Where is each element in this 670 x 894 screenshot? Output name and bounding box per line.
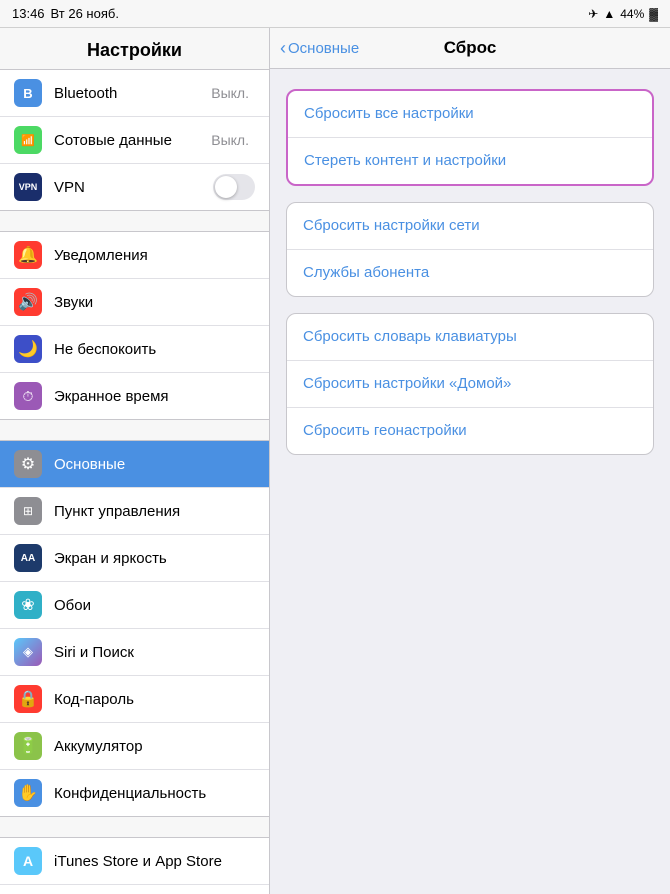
carrier-label: Службы абонента bbox=[303, 264, 429, 281]
reset-group-1: Сбросить все настройки Стереть контент и… bbox=[286, 89, 654, 186]
sidebar-item-battery[interactable]: 🔋 Аккумулятор bbox=[0, 723, 269, 770]
sidebar-section-system: 🔔 Уведомления 🔊 Звуки 🌙 Не беспокоить ⏱ … bbox=[0, 231, 269, 420]
status-time: 13:46 bbox=[12, 6, 45, 21]
vpn-label: VPN bbox=[54, 179, 213, 196]
sounds-label: Звуки bbox=[54, 294, 255, 311]
status-date: Вт 26 нояб. bbox=[51, 6, 119, 21]
content-title: Сброс bbox=[444, 38, 497, 58]
sidebar-item-general[interactable]: ⚙ Основные bbox=[0, 441, 269, 488]
airplane-icon: ✈ bbox=[588, 7, 598, 21]
sidebar-item-display[interactable]: AA Экран и яркость bbox=[0, 535, 269, 582]
cellular-icon: 📶 bbox=[14, 126, 42, 154]
reset-network-settings[interactable]: Сбросить настройки сети bbox=[287, 203, 653, 250]
reset-group-2: Сбросить настройки сети Службы абонента bbox=[286, 202, 654, 297]
sounds-icon: 🔊 bbox=[14, 288, 42, 316]
notifications-label: Уведомления bbox=[54, 247, 255, 264]
sidebar-item-vpn[interactable]: VPN VPN bbox=[0, 164, 269, 210]
wallpaper-icon: ❀ bbox=[14, 591, 42, 619]
content-body: Сбросить все настройки Стереть контент и… bbox=[270, 69, 670, 475]
sidebar-item-cellular[interactable]: 📶 Сотовые данные Выкл. bbox=[0, 117, 269, 164]
sidebar-item-bluetooth[interactable]: B Bluetooth Выкл. bbox=[0, 70, 269, 117]
back-button[interactable]: ‹ Основные bbox=[280, 38, 359, 59]
passcode-icon: 🔒 bbox=[14, 685, 42, 713]
wallpaper-label: Обои bbox=[54, 597, 255, 614]
siri-label: Siri и Поиск bbox=[54, 644, 255, 661]
battery-level: 44% bbox=[620, 7, 644, 21]
display-label: Экран и яркость bbox=[54, 550, 255, 567]
sidebar-title: Настройки bbox=[0, 28, 269, 69]
siri-icon: ◈ bbox=[14, 638, 42, 666]
bluetooth-value: Выкл. bbox=[211, 85, 249, 101]
status-bar: 13:46 Вт 26 нояб. ✈ ▲ 44% ▓ bbox=[0, 0, 670, 28]
reset-keyboard-dict[interactable]: Сбросить словарь клавиатуры bbox=[287, 314, 653, 361]
bluetooth-icon: B bbox=[14, 79, 42, 107]
wifi-icon: ▲ bbox=[603, 7, 615, 21]
reset-home-screen[interactable]: Сбросить настройки «Домой» bbox=[287, 361, 653, 408]
general-icon: ⚙ bbox=[14, 450, 42, 478]
erase-all-content[interactable]: Стереть контент и настройки bbox=[288, 138, 652, 184]
sidebar-item-controlcenter[interactable]: ⊞ Пункт управления bbox=[0, 488, 269, 535]
sidebar-item-wallpaper[interactable]: ❀ Обои bbox=[0, 582, 269, 629]
reset-keyboard-label: Сбросить словарь клавиатуры bbox=[303, 328, 517, 345]
general-label: Основные bbox=[54, 456, 255, 473]
battery-icon: ▓ bbox=[649, 7, 658, 21]
vpn-toggle[interactable] bbox=[213, 174, 255, 200]
donotdisturb-icon: 🌙 bbox=[14, 335, 42, 363]
controlcenter-label: Пункт управления bbox=[54, 503, 255, 520]
reset-group-3: Сбросить словарь клавиатуры Сбросить нас… bbox=[286, 313, 654, 455]
back-label: Основные bbox=[288, 40, 359, 57]
main-layout: Настройки B Bluetooth Выкл. 📶 Сотовые да… bbox=[0, 28, 670, 894]
sidebar-section-general: ⚙ Основные ⊞ Пункт управления AA Экран и… bbox=[0, 440, 269, 817]
sidebar-item-itunes[interactable]: A iTunes Store и App Store bbox=[0, 838, 269, 885]
cellular-label: Сотовые данные bbox=[54, 132, 211, 149]
sidebar-item-donotdisturb[interactable]: 🌙 Не беспокоить bbox=[0, 326, 269, 373]
donotdisturb-label: Не беспокоить bbox=[54, 341, 255, 358]
content-area: ‹ Основные Сброс Сбросить все настройки … bbox=[270, 28, 670, 894]
reset-all-settings[interactable]: Сбросить все настройки bbox=[288, 91, 652, 138]
chevron-left-icon: ‹ bbox=[280, 38, 286, 59]
battery-sidebar-icon: 🔋 bbox=[14, 732, 42, 760]
battery-label: Аккумулятор bbox=[54, 738, 255, 755]
privacy-icon: ✋ bbox=[14, 779, 42, 807]
sidebar-item-passwords[interactable]: 🔑 Пароли и учетные записи bbox=[0, 885, 269, 894]
display-icon: AA bbox=[14, 544, 42, 572]
screentime-icon: ⏱ bbox=[14, 382, 42, 410]
sidebar-item-privacy[interactable]: ✋ Конфиденциальность bbox=[0, 770, 269, 816]
reset-all-label: Сбросить все настройки bbox=[304, 105, 474, 122]
reset-network-label: Сбросить настройки сети bbox=[303, 217, 480, 234]
vpn-icon: VPN bbox=[14, 173, 42, 201]
bluetooth-label: Bluetooth bbox=[54, 85, 211, 102]
sidebar-section-accounts: A iTunes Store и App Store 🔑 Пароли и уч… bbox=[0, 837, 269, 894]
reset-home-label: Сбросить настройки «Домой» bbox=[303, 375, 511, 392]
passcode-label: Код-пароль bbox=[54, 691, 255, 708]
sidebar-item-screentime[interactable]: ⏱ Экранное время bbox=[0, 373, 269, 419]
screentime-label: Экранное время bbox=[54, 388, 255, 405]
status-left: 13:46 Вт 26 нояб. bbox=[12, 6, 119, 21]
notifications-icon: 🔔 bbox=[14, 241, 42, 269]
sidebar-section-network: B Bluetooth Выкл. 📶 Сотовые данные Выкл.… bbox=[0, 69, 269, 211]
sidebar-item-siri[interactable]: ◈ Siri и Поиск bbox=[0, 629, 269, 676]
itunes-label: iTunes Store и App Store bbox=[54, 853, 255, 870]
controlcenter-icon: ⊞ bbox=[14, 497, 42, 525]
privacy-label: Конфиденциальность bbox=[54, 785, 255, 802]
sidebar-item-sounds[interactable]: 🔊 Звуки bbox=[0, 279, 269, 326]
sidebar-item-notifications[interactable]: 🔔 Уведомления bbox=[0, 232, 269, 279]
erase-all-label: Стереть контент и настройки bbox=[304, 152, 506, 169]
sidebar: Настройки B Bluetooth Выкл. 📶 Сотовые да… bbox=[0, 28, 270, 894]
cellular-value: Выкл. bbox=[211, 132, 249, 148]
status-right: ✈ ▲ 44% ▓ bbox=[588, 7, 658, 21]
sidebar-item-passcode[interactable]: 🔒 Код-пароль bbox=[0, 676, 269, 723]
reset-location[interactable]: Сбросить геонастройки bbox=[287, 408, 653, 454]
reset-location-label: Сбросить геонастройки bbox=[303, 422, 467, 439]
itunes-icon: A bbox=[14, 847, 42, 875]
carrier-services[interactable]: Службы абонента bbox=[287, 250, 653, 296]
content-header: ‹ Основные Сброс bbox=[270, 28, 670, 69]
